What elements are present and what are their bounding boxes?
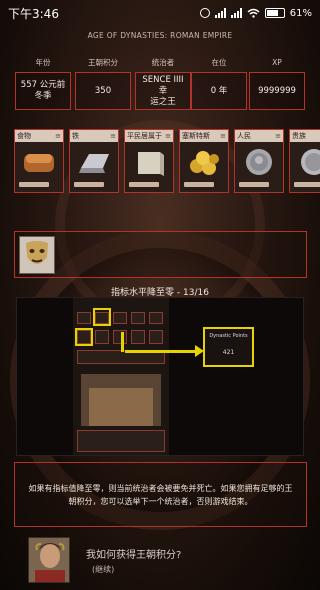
resource-card-food[interactable]: 食物 ≡ (14, 129, 64, 193)
resource-value-bar (19, 182, 49, 187)
battery-icon (264, 8, 285, 18)
resource-card-stone[interactable]: 平民居属于 ≡ (124, 129, 174, 193)
menu-icon[interactable]: ≡ (165, 132, 171, 140)
tutorial-arrow (125, 350, 199, 353)
alarm-icon (199, 8, 210, 18)
resource-label: 铁 (72, 132, 79, 140)
dynastic-points-value: 421 (222, 349, 235, 356)
leader-panel (14, 231, 307, 278)
tutorial-image: Dynastic Points 421 (16, 297, 304, 456)
resource-label: 人民 (237, 132, 251, 140)
tutorial-description: 如果有指标值降至零，则当前统治者会被要免并死亡。如果您拥有足够的王朝积分，您可以… (14, 462, 307, 527)
signal-icon (214, 8, 226, 18)
status-time: 下午3:46 (8, 6, 59, 21)
stat-dynastic-points: 王朝积分 350 (75, 56, 131, 110)
tutorial-arrow (121, 332, 124, 352)
stat-label: XP (272, 58, 282, 67)
stat-value: SENCE IIII 幸 运之王 (135, 72, 191, 110)
stat-reign: 在位 0 年 (191, 56, 247, 110)
status-icons: 61% (199, 7, 312, 19)
continue-link[interactable]: (继续) (92, 564, 114, 575)
menu-icon[interactable]: ≡ (220, 132, 226, 140)
menu-icon[interactable]: ≡ (275, 132, 281, 140)
stone-block-icon (138, 152, 164, 176)
dynastic-points-label: Dynastic Points (209, 333, 248, 339)
signal-icon-2 (230, 8, 242, 18)
theater-mask-icon (19, 236, 55, 274)
resource-value-bar (294, 182, 320, 187)
silver-coin-icon (246, 149, 272, 175)
resource-card-people[interactable]: 人民 ≡ (234, 129, 284, 193)
tutorial-mini-screen (73, 298, 169, 455)
stat-xp: XP 9999999 (249, 56, 305, 110)
bread-icon (24, 154, 54, 172)
stat-ruler: 统治者 SENCE IIII 幸 运之王 (135, 56, 191, 110)
resource-card-iron[interactable]: 铁 ≡ (69, 129, 119, 193)
wifi-icon (247, 8, 260, 18)
resource-label: 平民居属于 (127, 132, 162, 140)
stat-value: 0 年 (191, 72, 247, 110)
status-bar: 下午3:46 61% (0, 0, 320, 26)
stat-label: 在位 (211, 58, 227, 67)
stat-value: 350 (75, 72, 131, 110)
menu-icon[interactable]: ≡ (55, 132, 61, 140)
resource-label: 贵族 (292, 132, 306, 140)
advisor-avatar (28, 537, 70, 583)
resource-card-nobles[interactable]: 贵族≡ (289, 129, 320, 193)
stat-label: 统治者 (151, 58, 175, 67)
resource-label: 塞斯特斯 (182, 132, 210, 140)
iron-ingot-icon (79, 154, 109, 173)
resource-value-bar (129, 182, 159, 187)
advisor-question[interactable]: 我如何获得王朝积分? (86, 546, 181, 561)
resource-row[interactable]: 食物 ≡ 铁 ≡ 平民居属于 ≡ 塞斯特斯 ≡ 人民 ≡ 贵族 (14, 129, 320, 195)
stat-label: 王朝积分 (88, 58, 118, 67)
noble-coin-icon (301, 149, 320, 175)
dynastic-points-callout: Dynastic Points 421 (203, 327, 254, 367)
battery-percent: 61% (289, 7, 312, 19)
stat-label: 年份 (35, 58, 51, 67)
menu-icon[interactable]: ≡ (110, 132, 116, 140)
gold-coins-icon (190, 151, 219, 175)
resource-card-sesterces[interactable]: 塞斯特斯 ≡ (179, 129, 229, 193)
stat-value: 9999999 (249, 72, 305, 110)
resource-value-bar (184, 182, 214, 187)
resource-value-bar (74, 182, 104, 187)
resource-label: 食物 (17, 132, 31, 140)
stat-year: 年份 557 公元前 冬季 (15, 56, 71, 110)
stat-value: 557 公元前 冬季 (15, 72, 71, 110)
resource-value-bar (239, 182, 269, 187)
game-subtitle: AGE OF DYNASTIES: ROMAN EMPIRE (87, 31, 233, 40)
